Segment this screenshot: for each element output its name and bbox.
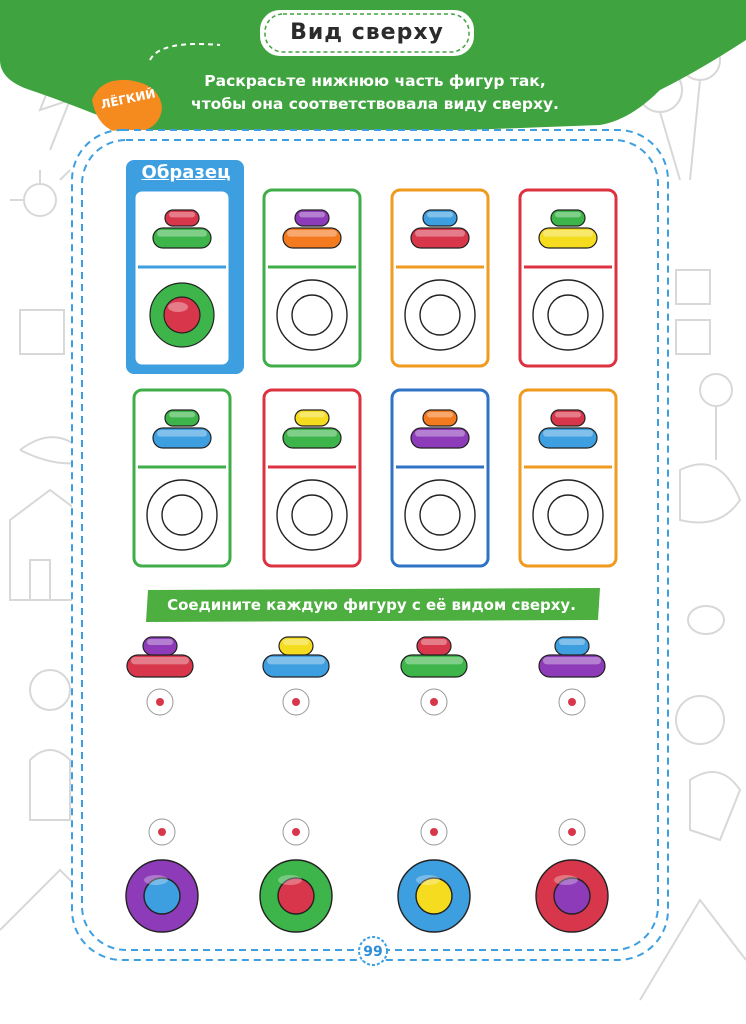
connect-dot-top [558, 688, 586, 716]
figure-card [262, 188, 362, 368]
figure-base [152, 227, 212, 249]
figure-top [278, 636, 314, 656]
view-inner-circle [291, 294, 333, 336]
instruction-text: Раскрасьте нижнюю часть фигур так, чтобы… [170, 70, 580, 116]
figure-card [262, 388, 362, 568]
figure-top [554, 636, 590, 656]
figure-base [410, 227, 470, 249]
figure-base [282, 427, 342, 449]
connect-instruction: Соедините каждую фигуру с её видом сверх… [167, 596, 576, 614]
figure-card [518, 388, 618, 568]
figure-top [422, 209, 458, 227]
figure-card [132, 188, 232, 368]
figure-card [390, 188, 490, 368]
view-highlight [554, 875, 578, 885]
connect-dot-bottom [148, 818, 176, 846]
figure-base [152, 427, 212, 449]
figure-card [132, 388, 232, 568]
figure-top [294, 409, 330, 427]
figure-base [410, 427, 470, 449]
view-inner-circle [547, 294, 589, 336]
page-background [0, 0, 746, 1001]
view-highlight [168, 302, 188, 312]
view-inner-circle [163, 296, 201, 334]
connect-dot-bottom [558, 818, 586, 846]
view-highlight [144, 875, 168, 885]
figure-top [294, 209, 330, 227]
connect-dot-top [282, 688, 310, 716]
figure-top [142, 636, 178, 656]
instruction-line-2: чтобы она соответствовала виду сверху. [191, 95, 559, 113]
figure-top [422, 409, 458, 427]
figure-card [390, 388, 490, 568]
figure-top [416, 636, 452, 656]
figure-top [550, 209, 586, 227]
figure-base [282, 227, 342, 249]
view-inner-circle [291, 494, 333, 536]
figure-base [538, 654, 606, 678]
view-inner-circle [419, 294, 461, 336]
instruction-line-1: Раскрасьте нижнюю часть фигур так, [204, 72, 546, 90]
sample-label: Образец [141, 162, 231, 183]
figure-base [126, 654, 194, 678]
figure-top [164, 409, 200, 427]
page-title: Вид сверху [290, 20, 444, 45]
figure-base [262, 654, 330, 678]
figure-top [164, 209, 200, 227]
view-inner-circle [547, 494, 589, 536]
connect-dot-top [420, 688, 448, 716]
view-highlight [416, 875, 440, 885]
figure-top [550, 409, 586, 427]
page-number: 99 [363, 944, 383, 960]
figure-base [538, 227, 598, 249]
connect-dot-bottom [282, 818, 310, 846]
figure-base [538, 427, 598, 449]
view-inner-circle [419, 494, 461, 536]
figure-base [400, 654, 468, 678]
connect-dot-top [146, 688, 174, 716]
view-inner-circle [161, 494, 203, 536]
figure-card [518, 188, 618, 368]
view-highlight [278, 875, 302, 885]
connect-dot-bottom [420, 818, 448, 846]
